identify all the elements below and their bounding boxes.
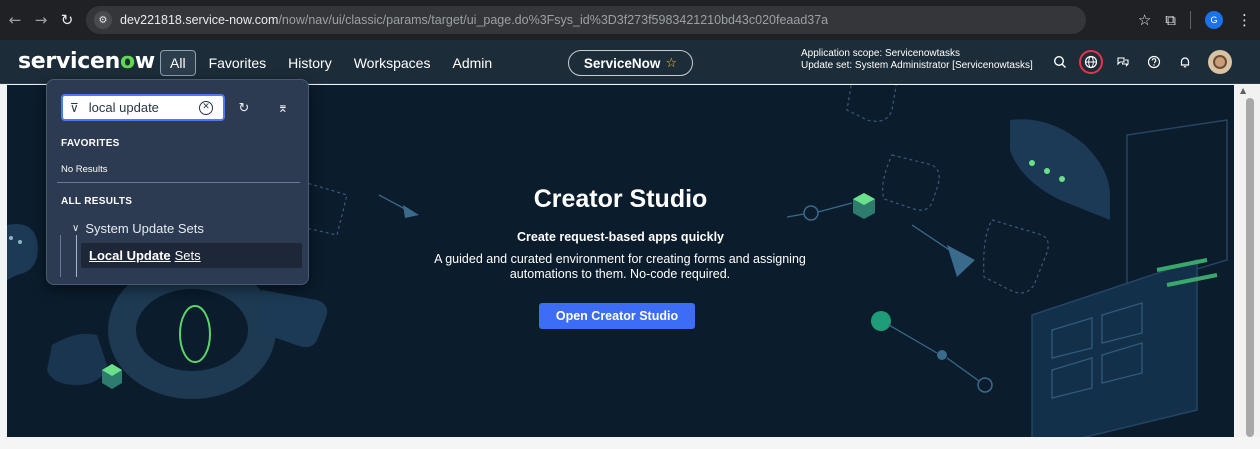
all-results-heading: ALL RESULTS [61, 196, 133, 207]
search-icon[interactable] [1044, 47, 1075, 77]
reload-icon[interactable]: ↻ [56, 9, 78, 31]
scrollbar-thumb[interactable] [1246, 98, 1254, 437]
menu-group-system-update-sets[interactable]: ∨ System Update Sets [72, 221, 204, 236]
chat-icon[interactable] [1107, 47, 1138, 77]
green-ellipse [179, 305, 211, 363]
application-scope: Application scope: Servicenowtasks [801, 48, 960, 59]
nav-all[interactable]: All [160, 50, 196, 76]
more-menu-icon[interactable]: ⋮ [1237, 11, 1252, 29]
bubble-dot-1 [1029, 160, 1035, 166]
pin-icon[interactable]: ⌆ [274, 99, 292, 117]
nav-admin[interactable]: Admin [441, 50, 503, 76]
speech-bubble-bottom [47, 333, 107, 385]
node-dot [937, 350, 947, 360]
page-root: ← → ↻ ⚙ dev221818.service-now.com/now/na… [0, 0, 1260, 449]
nav-history[interactable]: History [277, 50, 343, 76]
all-menu-panel: ⊽ local update ✕ ↻ ⌆ FAVORITES No Result… [46, 79, 309, 285]
globe-icon[interactable] [1079, 50, 1103, 74]
avatar-face [1213, 55, 1227, 69]
menu-filter-input[interactable]: ⊽ local update ✕ [61, 94, 225, 121]
toolbar-divider [1190, 11, 1191, 29]
servicenow-header: servicenow All Favorites History Workspa… [0, 40, 1260, 84]
instance-name-pill[interactable]: ServiceNow ☆ [568, 50, 693, 76]
green-dot [871, 311, 891, 331]
url-host: dev221818.service-now.com [120, 13, 279, 27]
favorites-no-results: No Results [61, 164, 108, 175]
nav-favorites[interactable]: Favorites [198, 50, 278, 76]
bookmark-star-icon[interactable]: ☆ [1138, 11, 1151, 29]
url-path: /now/nav/ui/classic/params/target/ui_pag… [278, 13, 829, 27]
favorite-star-icon[interactable]: ☆ [665, 56, 677, 71]
notifications-bell-icon[interactable] [1169, 47, 1200, 77]
forward-icon[interactable]: → [30, 9, 52, 31]
browser-toolbar: ← → ↻ ⚙ dev221818.service-now.com/now/na… [0, 0, 1260, 40]
bubble-dot-3 [1059, 176, 1065, 182]
menu-divider [57, 182, 300, 183]
nav-workspaces[interactable]: Workspaces [343, 50, 442, 76]
filter-icon: ⊽ [70, 100, 79, 115]
background-ring [108, 261, 276, 399]
scroll-up-arrow-icon[interactable]: ▲ [1240, 86, 1246, 95]
connector-line-1 [786, 213, 805, 218]
refresh-icon[interactable]: ↻ [235, 99, 253, 117]
connector-line-3 [888, 324, 938, 354]
address-bar[interactable]: ⚙ dev221818.service-now.com/now/nav/ui/c… [86, 6, 1086, 34]
logo-text-end: w [134, 49, 155, 74]
menu-item-match: Local Update [89, 248, 171, 263]
clear-filter-icon[interactable]: ✕ [199, 100, 213, 115]
menu-item-rest: Sets [174, 248, 201, 263]
user-avatar[interactable] [1208, 50, 1232, 74]
filter-value[interactable]: local update [89, 100, 199, 115]
header-actions [1044, 47, 1232, 77]
logo-o: o [119, 49, 135, 74]
bubble-dot-2 [1044, 168, 1050, 174]
servicenow-logo[interactable]: servicenow [18, 49, 155, 74]
main-nav: All Favorites History Workspaces Admin [160, 50, 503, 76]
tree-guide-outer [60, 235, 61, 277]
help-icon[interactable] [1138, 47, 1169, 77]
hero-description: A guided and curated environment for cre… [434, 252, 806, 281]
browser-actions: ☆ ⧉ G ⋮ [1138, 0, 1252, 40]
logo-text-start: servicen [18, 49, 120, 74]
arrow-head-right [947, 245, 975, 277]
node-circle-2 [977, 377, 993, 393]
panel-bottom-right [1031, 258, 1198, 437]
scope-info[interactable]: Application scope: Servicenowtasks Updat… [801, 48, 1033, 72]
update-set: Update set: System Administrator [Servic… [801, 60, 1033, 71]
url-text: dev221818.service-now.com/now/nav/ui/cla… [120, 13, 828, 27]
menu-item-local-update-sets[interactable]: Local Update Sets [81, 243, 302, 268]
bottom-strip [0, 437, 1260, 449]
chevron-down-icon: ∨ [72, 223, 80, 234]
back-icon[interactable]: ← [4, 9, 26, 31]
open-creator-studio-button[interactable]: Open Creator Studio [539, 303, 695, 329]
site-info-icon[interactable]: ⚙ [94, 11, 112, 29]
dashed-bubble-3 [846, 85, 897, 122]
instance-label: ServiceNow [583, 55, 661, 71]
favorites-heading: FAVORITES [61, 138, 120, 149]
tree-guide-inner [76, 235, 77, 277]
menu-group-label: System Update Sets [85, 221, 204, 236]
extensions-icon[interactable]: ⧉ [1165, 11, 1176, 29]
profile-avatar[interactable]: G [1205, 11, 1223, 29]
connector-line-4 [946, 357, 980, 382]
